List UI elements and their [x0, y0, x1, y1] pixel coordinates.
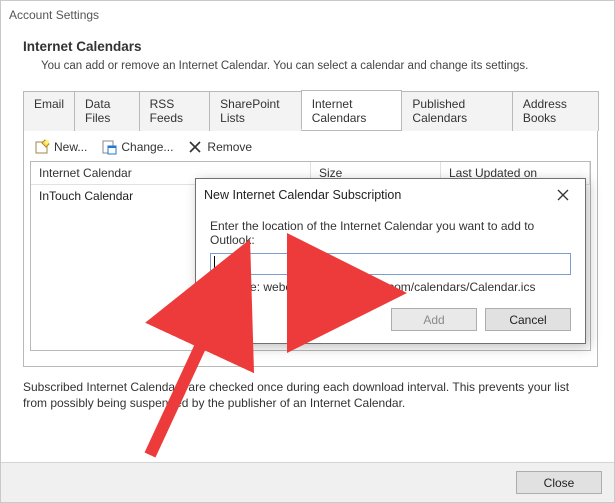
new-subscription-dialog: New Internet Calendar Subscription Enter… [195, 178, 586, 344]
titlebar: Account Settings [1, 1, 614, 29]
new-icon [34, 139, 50, 155]
toolbar: New... Change... Remove [30, 137, 591, 161]
new-button[interactable]: New... [34, 139, 87, 155]
tab-published-calendars[interactable]: Published Calendars [401, 91, 512, 131]
text-caret [214, 256, 215, 270]
remove-icon [187, 139, 203, 155]
dialog-titlebar: New Internet Calendar Subscription [196, 179, 585, 211]
page-heading: Internet Calendars [23, 39, 598, 54]
change-label: Change... [121, 140, 173, 154]
page-subheading: You can add or remove an Internet Calend… [41, 60, 598, 72]
dialog-title: New Internet Calendar Subscription [204, 188, 401, 202]
tab-rss-feeds[interactable]: RSS Feeds [139, 91, 211, 131]
dialog-close-button[interactable] [549, 185, 577, 205]
cancel-button[interactable]: Cancel [485, 308, 571, 331]
tab-data-files[interactable]: Data Files [74, 91, 140, 131]
tab-sharepoint-lists[interactable]: SharePoint Lists [209, 91, 302, 131]
dialog-example: Example: webcal://www.example.com/calend… [210, 280, 571, 294]
remove-label: Remove [207, 140, 252, 154]
footer: Close [1, 462, 614, 502]
calendar-url-input[interactable] [210, 253, 571, 275]
tab-email[interactable]: Email [23, 91, 75, 131]
close-icon [557, 189, 569, 201]
dialog-body: Enter the location of the Internet Calen… [196, 211, 585, 343]
change-icon [101, 139, 117, 155]
footer-note: Subscribed Internet Calendars are checke… [23, 379, 583, 411]
remove-button[interactable]: Remove [187, 139, 252, 155]
change-button[interactable]: Change... [101, 139, 173, 155]
close-button[interactable]: Close [516, 471, 602, 494]
new-label: New... [54, 140, 87, 154]
dialog-prompt: Enter the location of the Internet Calen… [210, 219, 571, 247]
tab-address-books[interactable]: Address Books [512, 91, 599, 131]
add-button[interactable]: Add [391, 308, 477, 331]
tab-internet-calendars[interactable]: Internet Calendars [301, 90, 403, 130]
window-title: Account Settings [9, 8, 99, 22]
dialog-buttons: Add Cancel [210, 308, 571, 331]
tabs: Email Data Files RSS Feeds SharePoint Li… [23, 90, 598, 131]
